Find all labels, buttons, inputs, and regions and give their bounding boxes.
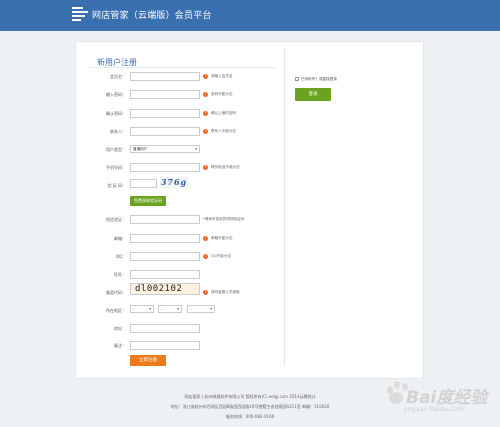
address-input[interactable]	[130, 324, 200, 333]
hint-contact: 联系人不能为空	[211, 129, 237, 133]
sms-code-input[interactable]	[130, 215, 200, 224]
province-select[interactable]: - ▾	[130, 305, 154, 313]
label-contact: 联系人：	[110, 129, 126, 134]
province-value: -	[133, 307, 135, 311]
username-input[interactable]	[130, 72, 200, 81]
login-button[interactable]: 登录	[295, 88, 331, 101]
hint-phone: 联系电话不能为空	[211, 165, 240, 169]
label-email: 邮箱：	[114, 236, 126, 241]
captcha-image[interactable]: 376g	[160, 177, 188, 188]
chevron-down-icon: ▾	[210, 307, 212, 311]
city-select[interactable]: - ▾	[158, 305, 182, 313]
register-button[interactable]: 立即注册	[130, 355, 166, 366]
label-captcha: 验 证 码：	[107, 183, 126, 188]
label-user-type: 用户类型：	[106, 147, 126, 152]
label-username: 会员名：	[110, 74, 126, 79]
has-account-checkbox[interactable]	[295, 77, 299, 81]
warning-icon: !	[203, 236, 208, 241]
warning-icon: !	[203, 74, 208, 79]
vertical-divider	[284, 48, 285, 366]
remarks-input[interactable]	[130, 341, 200, 350]
captcha-input[interactable]	[130, 179, 157, 188]
chevron-down-icon: ▾	[195, 147, 197, 151]
password-input[interactable]	[130, 90, 200, 99]
contact-input[interactable]	[130, 127, 200, 136]
warning-icon: !	[203, 254, 208, 259]
confirm-password-input[interactable]	[130, 109, 200, 118]
user-type-value: 普通用户	[133, 147, 148, 151]
hint-record-code: 请向客服人员索取	[211, 290, 240, 294]
hint-email: 邮箱不能为空	[211, 236, 233, 240]
label-record-code: 备案代码：	[106, 290, 126, 295]
phone-input[interactable]	[130, 163, 200, 172]
watermark-sub: jingyan.baidu.com	[404, 405, 464, 413]
district-select[interactable]: - ▾	[187, 305, 215, 313]
warning-icon: !	[203, 111, 208, 116]
hint-password: 密码不能为空	[211, 92, 233, 96]
wangwang-input[interactable]	[130, 270, 200, 279]
record-code-input[interactable]: dl002102	[130, 283, 200, 295]
district-value: -	[190, 307, 192, 311]
title-divider	[90, 67, 276, 68]
warning-icon: !	[203, 129, 208, 134]
city-value: -	[161, 307, 163, 311]
brand-title: 网店管家（云端版）会员平台	[92, 11, 212, 21]
warning-icon: !	[203, 165, 208, 170]
user-type-select[interactable]: 普通用户 ▾	[130, 145, 200, 153]
register-card	[75, 41, 424, 379]
label-password: 输入密码：	[106, 92, 126, 97]
label-confirm-password: 确认密码：	[106, 111, 126, 116]
label-phone: 手机号码：	[106, 165, 126, 170]
hint-qq: QQ不能为空	[211, 254, 232, 258]
warning-icon: !	[203, 92, 208, 97]
hint-sms: *请填写收到的短信验证码	[203, 217, 245, 221]
hint-confirm-password: 确认上面的密码	[211, 111, 237, 115]
logo-icon	[72, 7, 88, 21]
label-sms: 短信验证：	[106, 217, 126, 222]
label-address: 地址：	[114, 326, 126, 331]
get-sms-code-button[interactable]: 免费获取验证码	[130, 196, 166, 206]
label-region: 所在地区：	[106, 308, 126, 313]
chevron-down-icon: ▾	[177, 307, 179, 311]
qq-input[interactable]	[130, 252, 200, 261]
warning-icon: !	[203, 290, 208, 295]
label-qq: QQ：	[115, 254, 126, 259]
has-account-label: 已有帐号？请直接登录	[301, 77, 337, 81]
label-wangwang: 旺旺：	[114, 272, 126, 277]
email-input[interactable]	[130, 234, 200, 243]
hint-username: 请输入会员名	[211, 74, 233, 78]
chevron-down-icon: ▾	[149, 307, 151, 311]
label-remarks: 备注：	[114, 343, 126, 348]
